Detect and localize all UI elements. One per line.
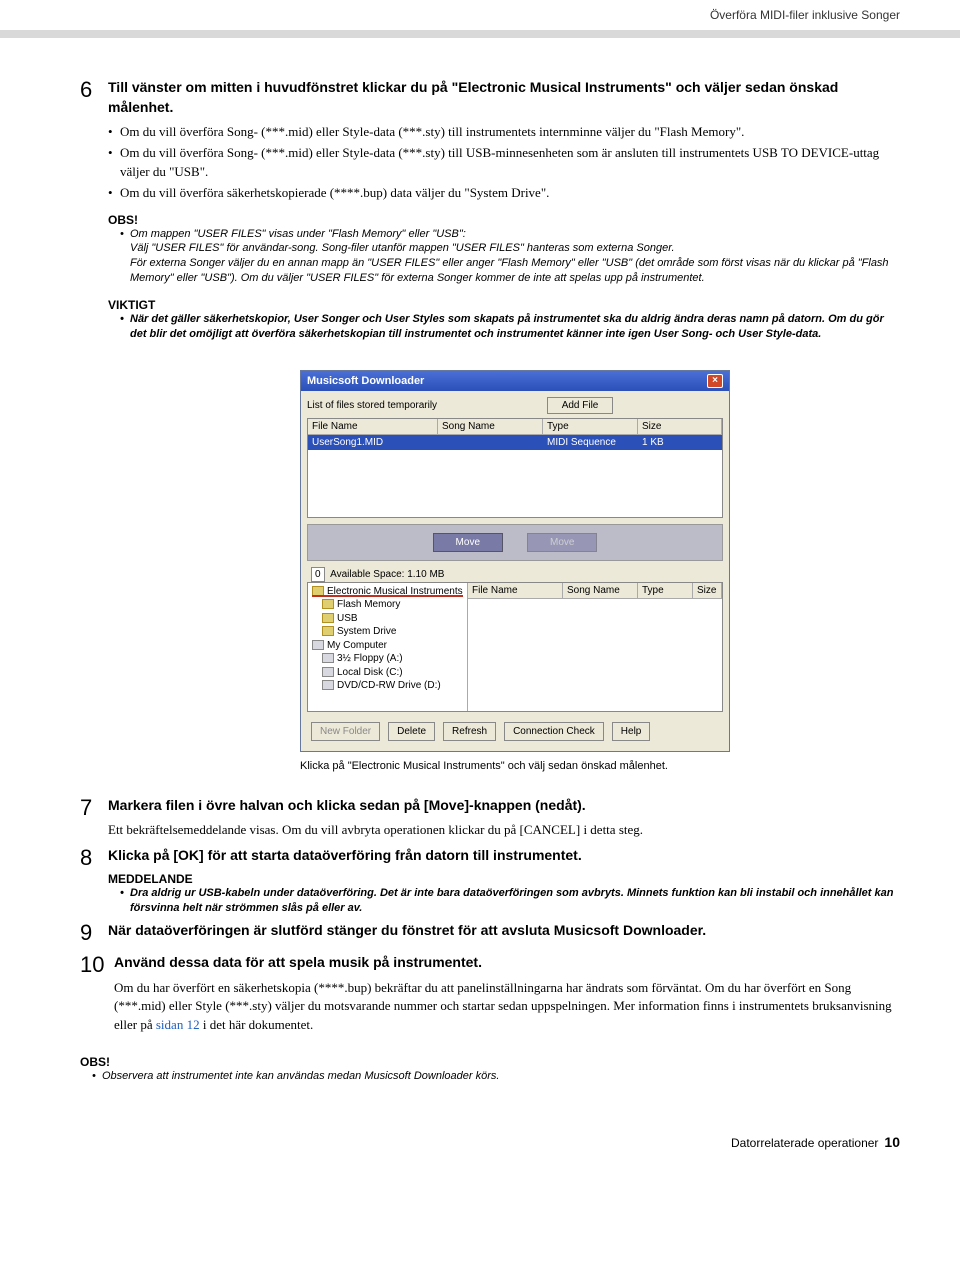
step-7-title: Markera filen i övre halvan och klicka s… [108, 796, 900, 816]
col2-file-name[interactable]: File Name [468, 583, 563, 598]
step-number: 6 [80, 78, 108, 342]
step-10-title: Använd dessa data för att spela musik på… [114, 953, 900, 973]
cell-filename: UserSong1.MID [308, 435, 438, 450]
step-number: 8 [80, 846, 108, 915]
tree-item-emi[interactable]: Electronic Musical Instruments [312, 585, 463, 599]
obs-1-text: Om mappen "USER FILES" visas under "Flas… [130, 227, 900, 286]
step-6-title: Till vänster om mitten i huvudfönstret k… [108, 78, 900, 117]
help-button[interactable]: Help [612, 722, 651, 741]
col2-size[interactable]: Size [693, 583, 722, 598]
tree-item-flash[interactable]: Flash Memory [322, 598, 463, 612]
page-12-link[interactable]: sidan 12 [156, 1017, 200, 1032]
step-number: 10 [80, 953, 114, 1035]
delete-button[interactable]: Delete [388, 722, 435, 741]
bottom-columns: File Name Song Name Type Size [468, 583, 722, 599]
col2-type[interactable]: Type [638, 583, 693, 598]
step-6-bullet-3: Om du vill överföra säkerhetskopierade (… [120, 184, 549, 203]
cell-songname [438, 435, 543, 450]
downloader-screenshot: Musicsoft Downloader × List of files sto… [300, 370, 730, 752]
cell-size: 1 KB [638, 435, 722, 450]
page-footer: Datorrelaterade operationer10 [80, 1134, 900, 1150]
step-8: 8 Klicka på [OK] för att starta dataöver… [80, 846, 900, 915]
col-type[interactable]: Type [543, 419, 638, 434]
step-10-text: Om du har överfört en säkerhetskopia (**… [114, 979, 900, 1036]
step-6-bullet-2: Om du vill överföra Song- (***.mid) elle… [120, 144, 900, 182]
add-file-button[interactable]: Add File [547, 397, 614, 414]
move-down-button[interactable]: Move [433, 533, 503, 552]
meddelande-label: MEDDELANDE [108, 872, 900, 886]
tree-item-system-drive[interactable]: System Drive [322, 625, 463, 639]
top-file-pane: File Name Song Name Type Size UserSong1.… [307, 418, 723, 518]
move-up-button[interactable]: Move [527, 533, 597, 552]
new-folder-button[interactable]: New Folder [311, 722, 380, 741]
bottom-button-row: New Folder Delete Refresh Connection Che… [307, 712, 723, 745]
tree-item-dvd[interactable]: DVD/CD-RW Drive (D:) [322, 679, 463, 693]
step-6: 6 Till vänster om mitten i huvudfönstret… [80, 78, 900, 342]
step-7-text: Ett bekräftelsemeddelande visas. Om du v… [108, 821, 900, 840]
cell-type: MIDI Sequence [543, 435, 638, 450]
header-bar [0, 30, 960, 38]
available-space-label: Available Space: 1.10 MB [330, 569, 444, 580]
obs-2-text: Observera att instrumentet inte kan anvä… [102, 1069, 499, 1084]
tree-item-usb[interactable]: USB [322, 612, 463, 626]
temp-list-label: List of files stored temporarily [307, 400, 437, 411]
file-row-selected[interactable]: UserSong1.MID MIDI Sequence 1 KB [308, 435, 722, 450]
col-file-name[interactable]: File Name [308, 419, 438, 434]
refresh-button[interactable]: Refresh [443, 722, 496, 741]
step-9-title: När dataöverföringen är slutförd stänger… [108, 921, 900, 941]
breadcrumb: Överföra MIDI-filer inklusive Songer [0, 0, 960, 30]
obs-1-label: OBS! [108, 213, 900, 227]
step-8-title: Klicka på [OK] för att starta dataöverfö… [108, 846, 900, 866]
close-icon[interactable]: × [707, 374, 723, 388]
col-size[interactable]: Size [638, 419, 722, 434]
col-song-name[interactable]: Song Name [438, 419, 543, 434]
screenshot-caption: Klicka på "Electronic Musical Instrument… [300, 760, 680, 772]
obs-2-label: OBS! [80, 1055, 900, 1069]
step-7: 7 Markera filen i övre halvan och klicka… [80, 796, 900, 840]
step-9: 9 När dataöverföringen är slutförd stäng… [80, 921, 900, 947]
tree-item-local-disk[interactable]: Local Disk (C:) [322, 666, 463, 680]
step-10: 10 Använd dessa data för att spela musik… [80, 953, 900, 1035]
step-6-bullet-1: Om du vill överföra Song- (***.mid) elle… [120, 123, 744, 142]
viktigt-text: När det gäller säkerhetskopior, User Son… [130, 312, 900, 342]
step-number: 9 [80, 921, 108, 947]
top-columns: File Name Song Name Type Size [308, 419, 722, 435]
tree-item-floppy[interactable]: 3½ Floppy (A:) [322, 652, 463, 666]
window-title: Musicsoft Downloader [307, 375, 424, 387]
move-button-row: Move Move [307, 524, 723, 561]
device-tree[interactable]: Electronic Musical Instruments Flash Mem… [308, 583, 468, 711]
col2-song-name[interactable]: Song Name [563, 583, 638, 598]
window-titlebar: Musicsoft Downloader × [301, 371, 729, 391]
step-number: 7 [80, 796, 108, 840]
connection-check-button[interactable]: Connection Check [504, 722, 604, 741]
viktigt-label: VIKTIGT [108, 298, 900, 312]
tree-item-my-computer[interactable]: My Computer [312, 639, 463, 653]
meddelande-text: Dra aldrig ur USB-kabeln under dataöverf… [130, 886, 900, 916]
